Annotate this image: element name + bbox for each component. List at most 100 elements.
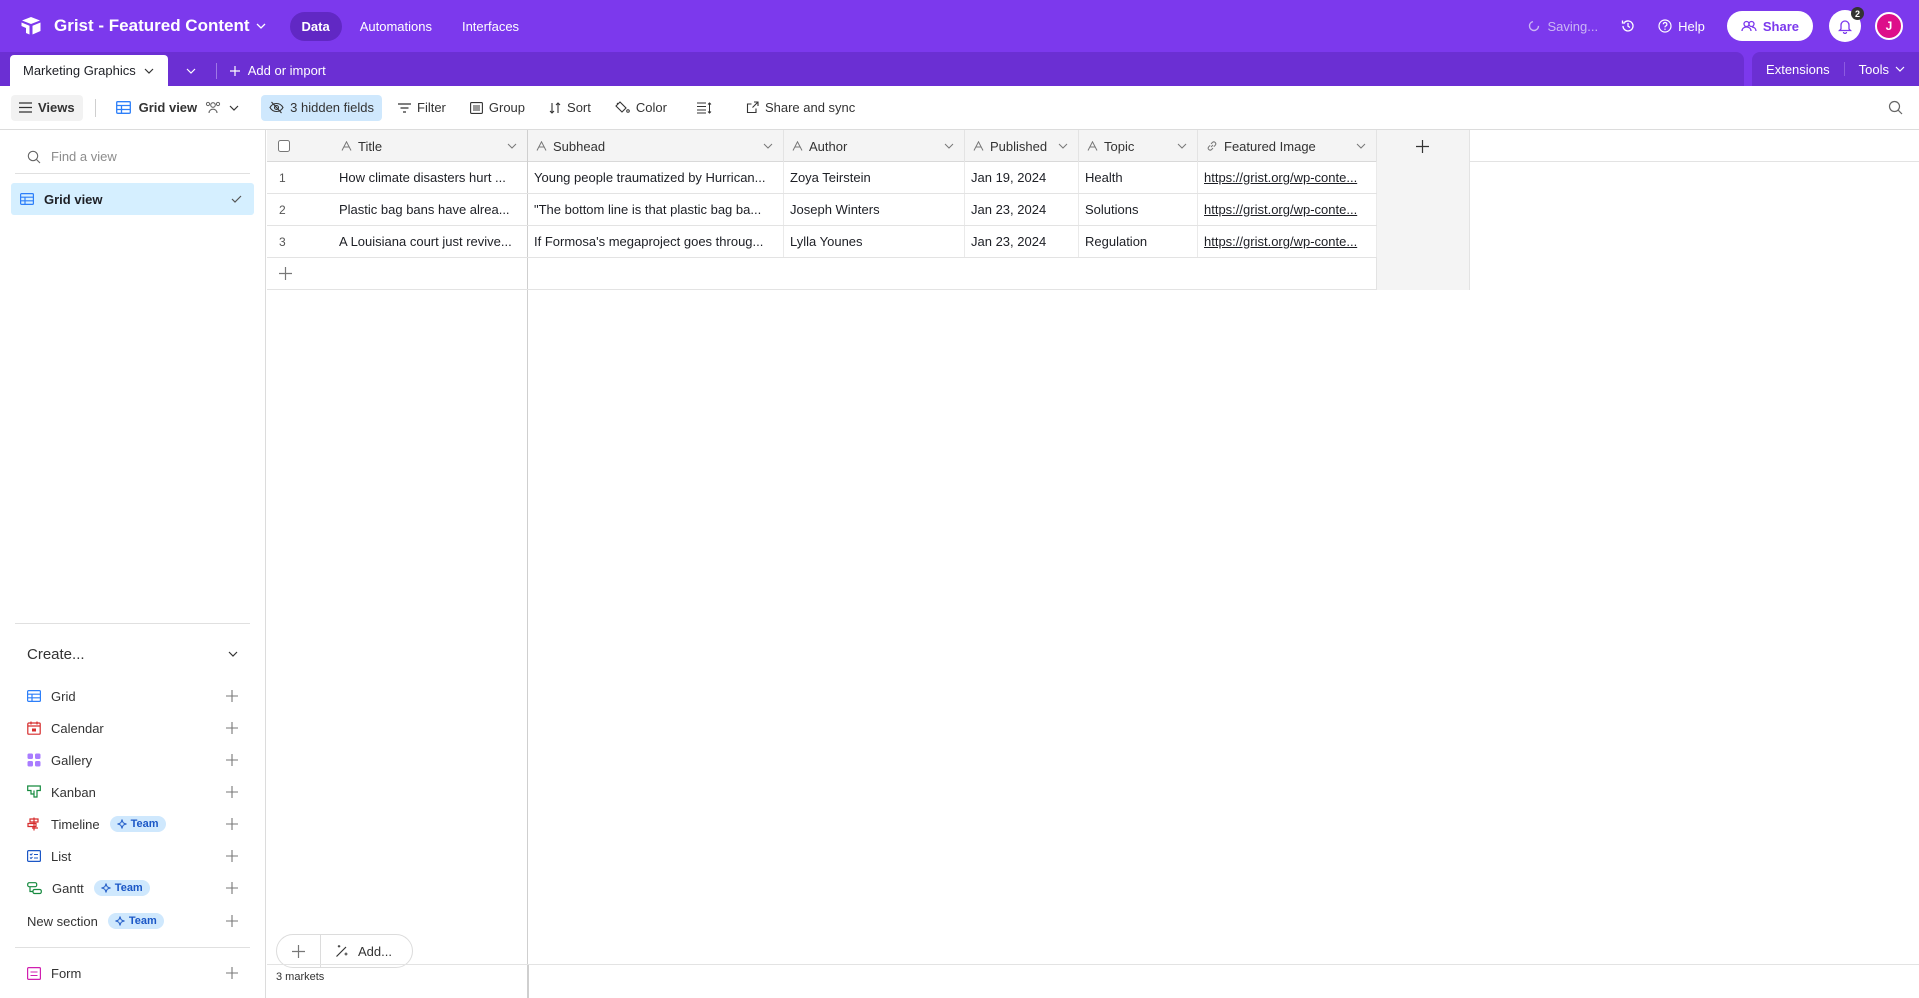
table-row[interactable]: 2 Plastic bag bans have alrea... "The bo… bbox=[267, 194, 1377, 226]
nav-interfaces[interactable]: Interfaces bbox=[450, 12, 531, 41]
cell-author[interactable]: Zoya Teirstein bbox=[784, 162, 965, 193]
cell-author[interactable]: Lylla Younes bbox=[784, 226, 965, 257]
cell-title[interactable]: A Louisiana court just revive... bbox=[333, 226, 528, 257]
cell-title[interactable]: Plastic bag bans have alrea... bbox=[333, 194, 528, 225]
nav-automations[interactable]: Automations bbox=[348, 12, 444, 41]
help-button[interactable]: Help bbox=[1658, 19, 1705, 34]
create-form-view[interactable]: Form bbox=[15, 957, 250, 989]
table-row[interactable]: 1 How climate disasters hurt ... Young p… bbox=[267, 162, 1377, 194]
plus-icon bbox=[226, 786, 238, 798]
sort-button[interactable]: Sort bbox=[541, 95, 599, 121]
cell-subhead[interactable]: Young people traumatized by Hurrican... bbox=[528, 162, 784, 193]
notifications-button[interactable]: 2 bbox=[1829, 7, 1864, 42]
create-item-label: Grid bbox=[51, 688, 76, 704]
create-list-view[interactable]: List bbox=[15, 840, 250, 872]
notification-badge: 2 bbox=[1851, 7, 1864, 20]
header-extension bbox=[1470, 130, 1919, 162]
featured-image-link[interactable]: https://grist.org/wp-conte... bbox=[1204, 170, 1357, 185]
saving-status: Saving... bbox=[1528, 18, 1599, 34]
add-more-button[interactable]: Add... bbox=[321, 935, 412, 967]
row-height-button[interactable] bbox=[689, 95, 720, 121]
column-header-topic[interactable]: Topic bbox=[1079, 130, 1198, 162]
cell-featured-image[interactable]: https://grist.org/wp-conte... bbox=[1198, 194, 1377, 225]
plus-icon bbox=[226, 754, 238, 766]
chevron-down-icon bbox=[229, 105, 239, 111]
sidebar-view-grid-view[interactable]: Grid view bbox=[11, 183, 254, 215]
cell-featured-image[interactable]: https://grist.org/wp-conte... bbox=[1198, 226, 1377, 257]
cell-topic[interactable]: Solutions bbox=[1079, 194, 1198, 225]
chevron-down-icon bbox=[1177, 143, 1187, 149]
add-field-button[interactable] bbox=[1377, 130, 1470, 162]
sparkle-icon bbox=[114, 916, 125, 926]
group-button[interactable]: Group bbox=[462, 95, 533, 121]
create-grid-view[interactable]: Grid bbox=[15, 680, 250, 712]
views-toggle-button[interactable]: Views bbox=[11, 94, 83, 121]
saving-text: Saving... bbox=[1547, 18, 1599, 34]
create-new-section[interactable]: New section Team bbox=[15, 905, 250, 937]
base-title-dropdown[interactable]: Grist - Featured Content bbox=[54, 16, 266, 36]
group-label: Group bbox=[488, 100, 526, 115]
find-view-input[interactable] bbox=[51, 149, 231, 164]
question-icon bbox=[1658, 19, 1672, 33]
select-all-checkbox[interactable] bbox=[278, 140, 290, 152]
featured-image-link[interactable]: https://grist.org/wp-conte... bbox=[1204, 234, 1357, 249]
cell-title[interactable]: How climate disasters hurt ... bbox=[333, 162, 528, 193]
create-gallery-view[interactable]: Gallery bbox=[15, 744, 250, 776]
column-header-subhead[interactable]: Subhead bbox=[528, 130, 784, 162]
add-record-button[interactable] bbox=[267, 258, 528, 289]
create-kanban-view[interactable]: Kanban bbox=[15, 776, 250, 808]
cell-published[interactable]: Jan 19, 2024 bbox=[965, 162, 1079, 193]
featured-image-link[interactable]: https://grist.org/wp-conte... bbox=[1204, 202, 1357, 217]
tab-marketing-graphics[interactable]: Marketing Graphics bbox=[10, 55, 168, 86]
cell-published[interactable]: Jan 23, 2024 bbox=[965, 226, 1079, 257]
current-view-button[interactable]: Grid view bbox=[108, 95, 248, 121]
column-header-featured-image[interactable]: Featured Image bbox=[1198, 130, 1377, 162]
cell-subhead[interactable]: "The bottom line is that plastic bag ba.… bbox=[528, 194, 784, 225]
check-icon bbox=[231, 195, 242, 203]
share-and-sync-button[interactable]: Share and sync bbox=[738, 95, 863, 121]
cell-subhead[interactable]: If Formosa's megaproject goes throug... bbox=[528, 226, 784, 257]
share-button[interactable]: Share bbox=[1726, 11, 1813, 41]
nav-data[interactable]: Data bbox=[289, 11, 342, 41]
cell-published[interactable]: Jan 23, 2024 bbox=[965, 194, 1079, 225]
hide-fields-button[interactable]: 3 hidden fields bbox=[261, 94, 382, 121]
team-badge: Team bbox=[93, 880, 150, 896]
logo-icon[interactable] bbox=[20, 16, 42, 36]
tools-button[interactable]: Tools bbox=[1859, 62, 1905, 77]
current-view-label: Grid view bbox=[138, 100, 198, 115]
bottom-add-control: Add... bbox=[276, 934, 413, 968]
calendar-icon bbox=[27, 721, 41, 735]
cell-author[interactable]: Joseph Winters bbox=[784, 194, 965, 225]
divider bbox=[215, 62, 217, 79]
filter-button[interactable]: Filter bbox=[390, 95, 454, 121]
divider bbox=[1843, 62, 1845, 76]
cell-topic[interactable]: Regulation bbox=[1079, 226, 1198, 257]
create-timeline-view[interactable]: Timeline Team bbox=[15, 808, 250, 840]
table-tab-label: Marketing Graphics bbox=[23, 63, 136, 78]
create-section-toggle[interactable]: Create... bbox=[15, 634, 250, 674]
text-field-icon bbox=[1087, 141, 1098, 151]
search-icon[interactable] bbox=[1888, 100, 1903, 115]
cell-featured-image[interactable]: https://grist.org/wp-conte... bbox=[1198, 162, 1377, 193]
color-button[interactable]: Color bbox=[607, 95, 675, 121]
add-record-bottom-button[interactable] bbox=[277, 935, 321, 967]
create-gantt-view[interactable]: Gantt Team bbox=[15, 872, 250, 904]
table-row[interactable]: 3 A Louisiana court just revive... If Fo… bbox=[267, 226, 1377, 258]
cell-topic[interactable]: Health bbox=[1079, 162, 1198, 193]
extensions-button[interactable]: Extensions bbox=[1766, 62, 1830, 77]
gallery-icon bbox=[27, 753, 41, 767]
column-header-title[interactable]: Title bbox=[333, 130, 528, 162]
column-header-published[interactable]: Published bbox=[965, 130, 1079, 162]
bell-icon bbox=[1838, 18, 1852, 34]
create-calendar-view[interactable]: Calendar bbox=[15, 712, 250, 744]
add-or-import-button[interactable]: Add or import bbox=[229, 63, 326, 78]
avatar[interactable]: J bbox=[1875, 12, 1903, 40]
add-or-import-label: Add or import bbox=[247, 63, 326, 78]
history-icon[interactable] bbox=[1620, 18, 1636, 34]
column-header-author[interactable]: Author bbox=[784, 130, 965, 162]
plus-icon bbox=[226, 915, 238, 927]
all-tables-dropdown[interactable] bbox=[178, 68, 204, 74]
gantt-icon bbox=[27, 881, 42, 895]
top-right-controls: Saving... Help Share 2 J bbox=[1528, 7, 1919, 42]
collaborative-view-icon bbox=[205, 101, 221, 114]
